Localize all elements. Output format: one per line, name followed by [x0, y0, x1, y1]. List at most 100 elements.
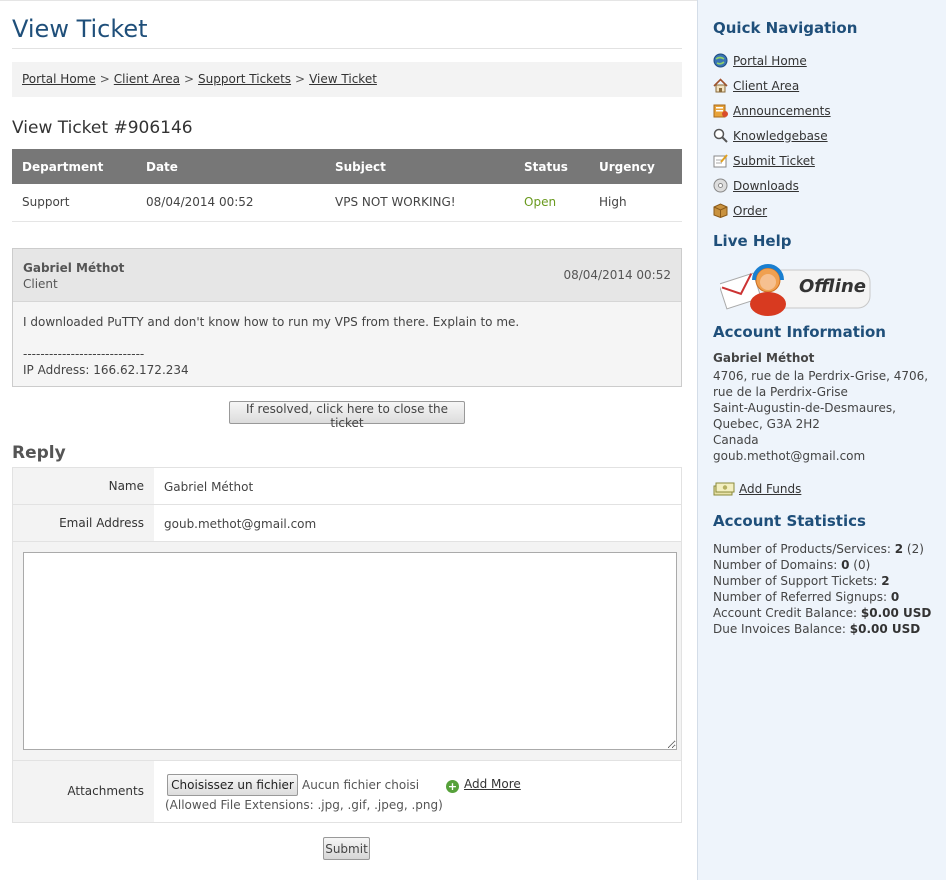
file-status-text: Aucun fichier choisi	[302, 778, 420, 792]
stat-label: Number of Support Tickets:	[713, 574, 878, 588]
breadcrumb-client-area[interactable]: Client Area	[114, 72, 180, 86]
cell-date: 08/04/2014 00:52	[136, 184, 325, 222]
table-header-row: Department Date Subject Status Urgency	[12, 149, 682, 184]
sidebar-item-downloads[interactable]: Downloads	[713, 173, 831, 198]
column-header-urgency: Urgency	[589, 149, 682, 184]
message-date: 08/04/2014 00:52	[563, 268, 671, 282]
message-separator: ----------------------------	[23, 347, 145, 361]
ticket-heading: View Ticket #906146	[12, 118, 193, 138]
account-email: goub.methot@gmail.com	[713, 449, 866, 463]
breadcrumb-view-ticket[interactable]: View Ticket	[309, 72, 377, 86]
account-address: 4706, rue de la Perdrix-Grise, 4706, rue…	[713, 368, 943, 464]
attachments-row: Attachments Choisissez un fichier Aucun …	[13, 761, 681, 822]
stat-label: Account Credit Balance:	[713, 606, 858, 620]
account-information-heading: Account Information	[713, 323, 886, 341]
sidebar-item-announcements[interactable]: Announcements	[713, 98, 831, 123]
sidebar-item-label[interactable]: Client Area	[733, 79, 799, 93]
quick-navigation-heading: Quick Navigation	[713, 19, 858, 37]
reply-message-textarea[interactable]	[23, 552, 677, 750]
name-label: Name	[13, 468, 154, 504]
stat-tickets: Number of Support Tickets: 2	[713, 573, 931, 589]
disc-icon	[713, 178, 728, 193]
attachments-label: Attachments	[13, 761, 154, 822]
column-header-department: Department	[12, 149, 136, 184]
stat-extra: (0)	[853, 558, 871, 572]
stat-value: 2	[894, 542, 904, 556]
ticket-message: Gabriel Méthot Client 08/04/2014 00:52 I…	[12, 248, 682, 387]
ticket-summary-table: Department Date Subject Status Urgency S…	[12, 149, 682, 222]
sidebar-item-portal-home[interactable]: Portal Home	[713, 48, 831, 73]
account-statistics-heading: Account Statistics	[713, 512, 866, 530]
live-help-status-text: Offline	[799, 276, 866, 297]
sidebar-item-label[interactable]: Submit Ticket	[733, 154, 815, 168]
cell-urgency: High	[589, 184, 682, 222]
cell-department: Support	[12, 184, 136, 222]
address-line: Saint-Augustin-de-Desmaures,	[713, 401, 896, 415]
submit-button[interactable]: Submit	[323, 837, 370, 860]
message-ip-address: IP Address: 166.62.172.234	[23, 363, 189, 377]
live-help-heading: Live Help	[713, 232, 792, 250]
breadcrumb-separator: >	[295, 72, 306, 86]
stat-label: Number of Referred Signups:	[713, 590, 888, 604]
cell-subject: VPS NOT WORKING!	[325, 184, 514, 222]
breadcrumb-separator: >	[99, 72, 110, 86]
breadcrumb-separator: >	[183, 72, 195, 86]
house-icon	[713, 78, 728, 93]
name-row: Name Gabriel Méthot	[13, 468, 681, 505]
stat-due-balance: Due Invoices Balance: $0.00 USD	[713, 621, 931, 637]
stat-referred: Number of Referred Signups: 0	[713, 589, 931, 605]
address-line: 4706, rue de la Perdrix-Grise, 4706,	[713, 369, 929, 383]
sidebar-item-order[interactable]: Order	[713, 198, 831, 223]
sidebar-item-knowledgebase[interactable]: Knowledgebase	[713, 123, 831, 148]
stat-value: $0.00 USD	[849, 622, 921, 636]
stat-domains: Number of Domains: 0 (0)	[713, 557, 931, 573]
column-header-subject: Subject	[325, 149, 514, 184]
sidebar-item-label[interactable]: Portal Home	[733, 54, 807, 68]
page-title: View Ticket	[12, 15, 682, 49]
column-header-status: Status	[514, 149, 589, 184]
breadcrumb-portal-home[interactable]: Portal Home	[22, 72, 96, 86]
live-help-offline-badge[interactable]: Offline	[718, 262, 872, 318]
quick-navigation-list: Portal Home Client Area Announcements Kn…	[713, 48, 831, 223]
email-row: Email Address goub.methot@gmail.com	[13, 505, 681, 542]
message-text: I downloaded PuTTY and don't know how to…	[23, 315, 520, 329]
column-header-date: Date	[136, 149, 325, 184]
email-label: Email Address	[13, 505, 154, 541]
sidebar-item-submit-ticket[interactable]: Submit Ticket	[713, 148, 831, 173]
stat-label: Number of Domains:	[713, 558, 838, 572]
address-line: rue de la Perdrix-Grise	[713, 385, 848, 399]
breadcrumb-support-tickets[interactable]: Support Tickets	[198, 72, 291, 86]
close-ticket-button[interactable]: If resolved, click here to close the tic…	[229, 401, 465, 430]
stat-credit-balance: Account Credit Balance: $0.00 USD	[713, 605, 931, 621]
magnifier-icon	[713, 128, 728, 143]
choose-file-button[interactable]: Choisissez un fichier	[167, 774, 298, 796]
reply-form: Name Gabriel Méthot Email Address goub.m…	[12, 467, 682, 823]
stat-label: Due Invoices Balance:	[713, 622, 846, 636]
address-line: Canada	[713, 433, 759, 447]
main-content: View Ticket Portal Home > Client Area > Supp…	[0, 0, 697, 880]
sidebar-item-label[interactable]: Knowledgebase	[733, 129, 828, 143]
stat-extra: (2)	[906, 542, 924, 556]
plus-icon[interactable]: +	[446, 780, 459, 793]
box-icon	[713, 203, 728, 219]
stat-value: 0	[890, 590, 900, 604]
status-badge: Open	[514, 184, 589, 222]
account-statistics: Number of Products/Services: 2 (2) Numbe…	[713, 541, 931, 637]
stat-products: Number of Products/Services: 2 (2)	[713, 541, 931, 557]
add-more-link[interactable]: Add More	[464, 777, 521, 791]
sidebar-item-label[interactable]: Downloads	[733, 179, 799, 193]
reply-heading: Reply	[12, 443, 66, 463]
sidebar-item-label[interactable]: Order	[733, 204, 767, 218]
add-funds-item[interactable]: Add Funds	[713, 481, 801, 496]
message-header: Gabriel Méthot Client 08/04/2014 00:52	[13, 249, 681, 302]
message-body: I downloaded PuTTY and don't know how to…	[13, 302, 681, 390]
sidebar-item-client-area[interactable]: Client Area	[713, 73, 831, 98]
breadcrumb: Portal Home > Client Area > Support Tickets >…	[12, 62, 682, 97]
add-funds-link[interactable]: Add Funds	[739, 482, 801, 496]
stat-value: $0.00 USD	[860, 606, 932, 620]
table-row: Support 08/04/2014 00:52 VPS NOT WORKING…	[12, 184, 682, 222]
globe-icon	[713, 53, 728, 68]
add-more-link-wrap: + Add More	[446, 777, 521, 793]
sidebar-item-label[interactable]: Announcements	[733, 104, 831, 118]
announcement-icon	[713, 103, 728, 118]
